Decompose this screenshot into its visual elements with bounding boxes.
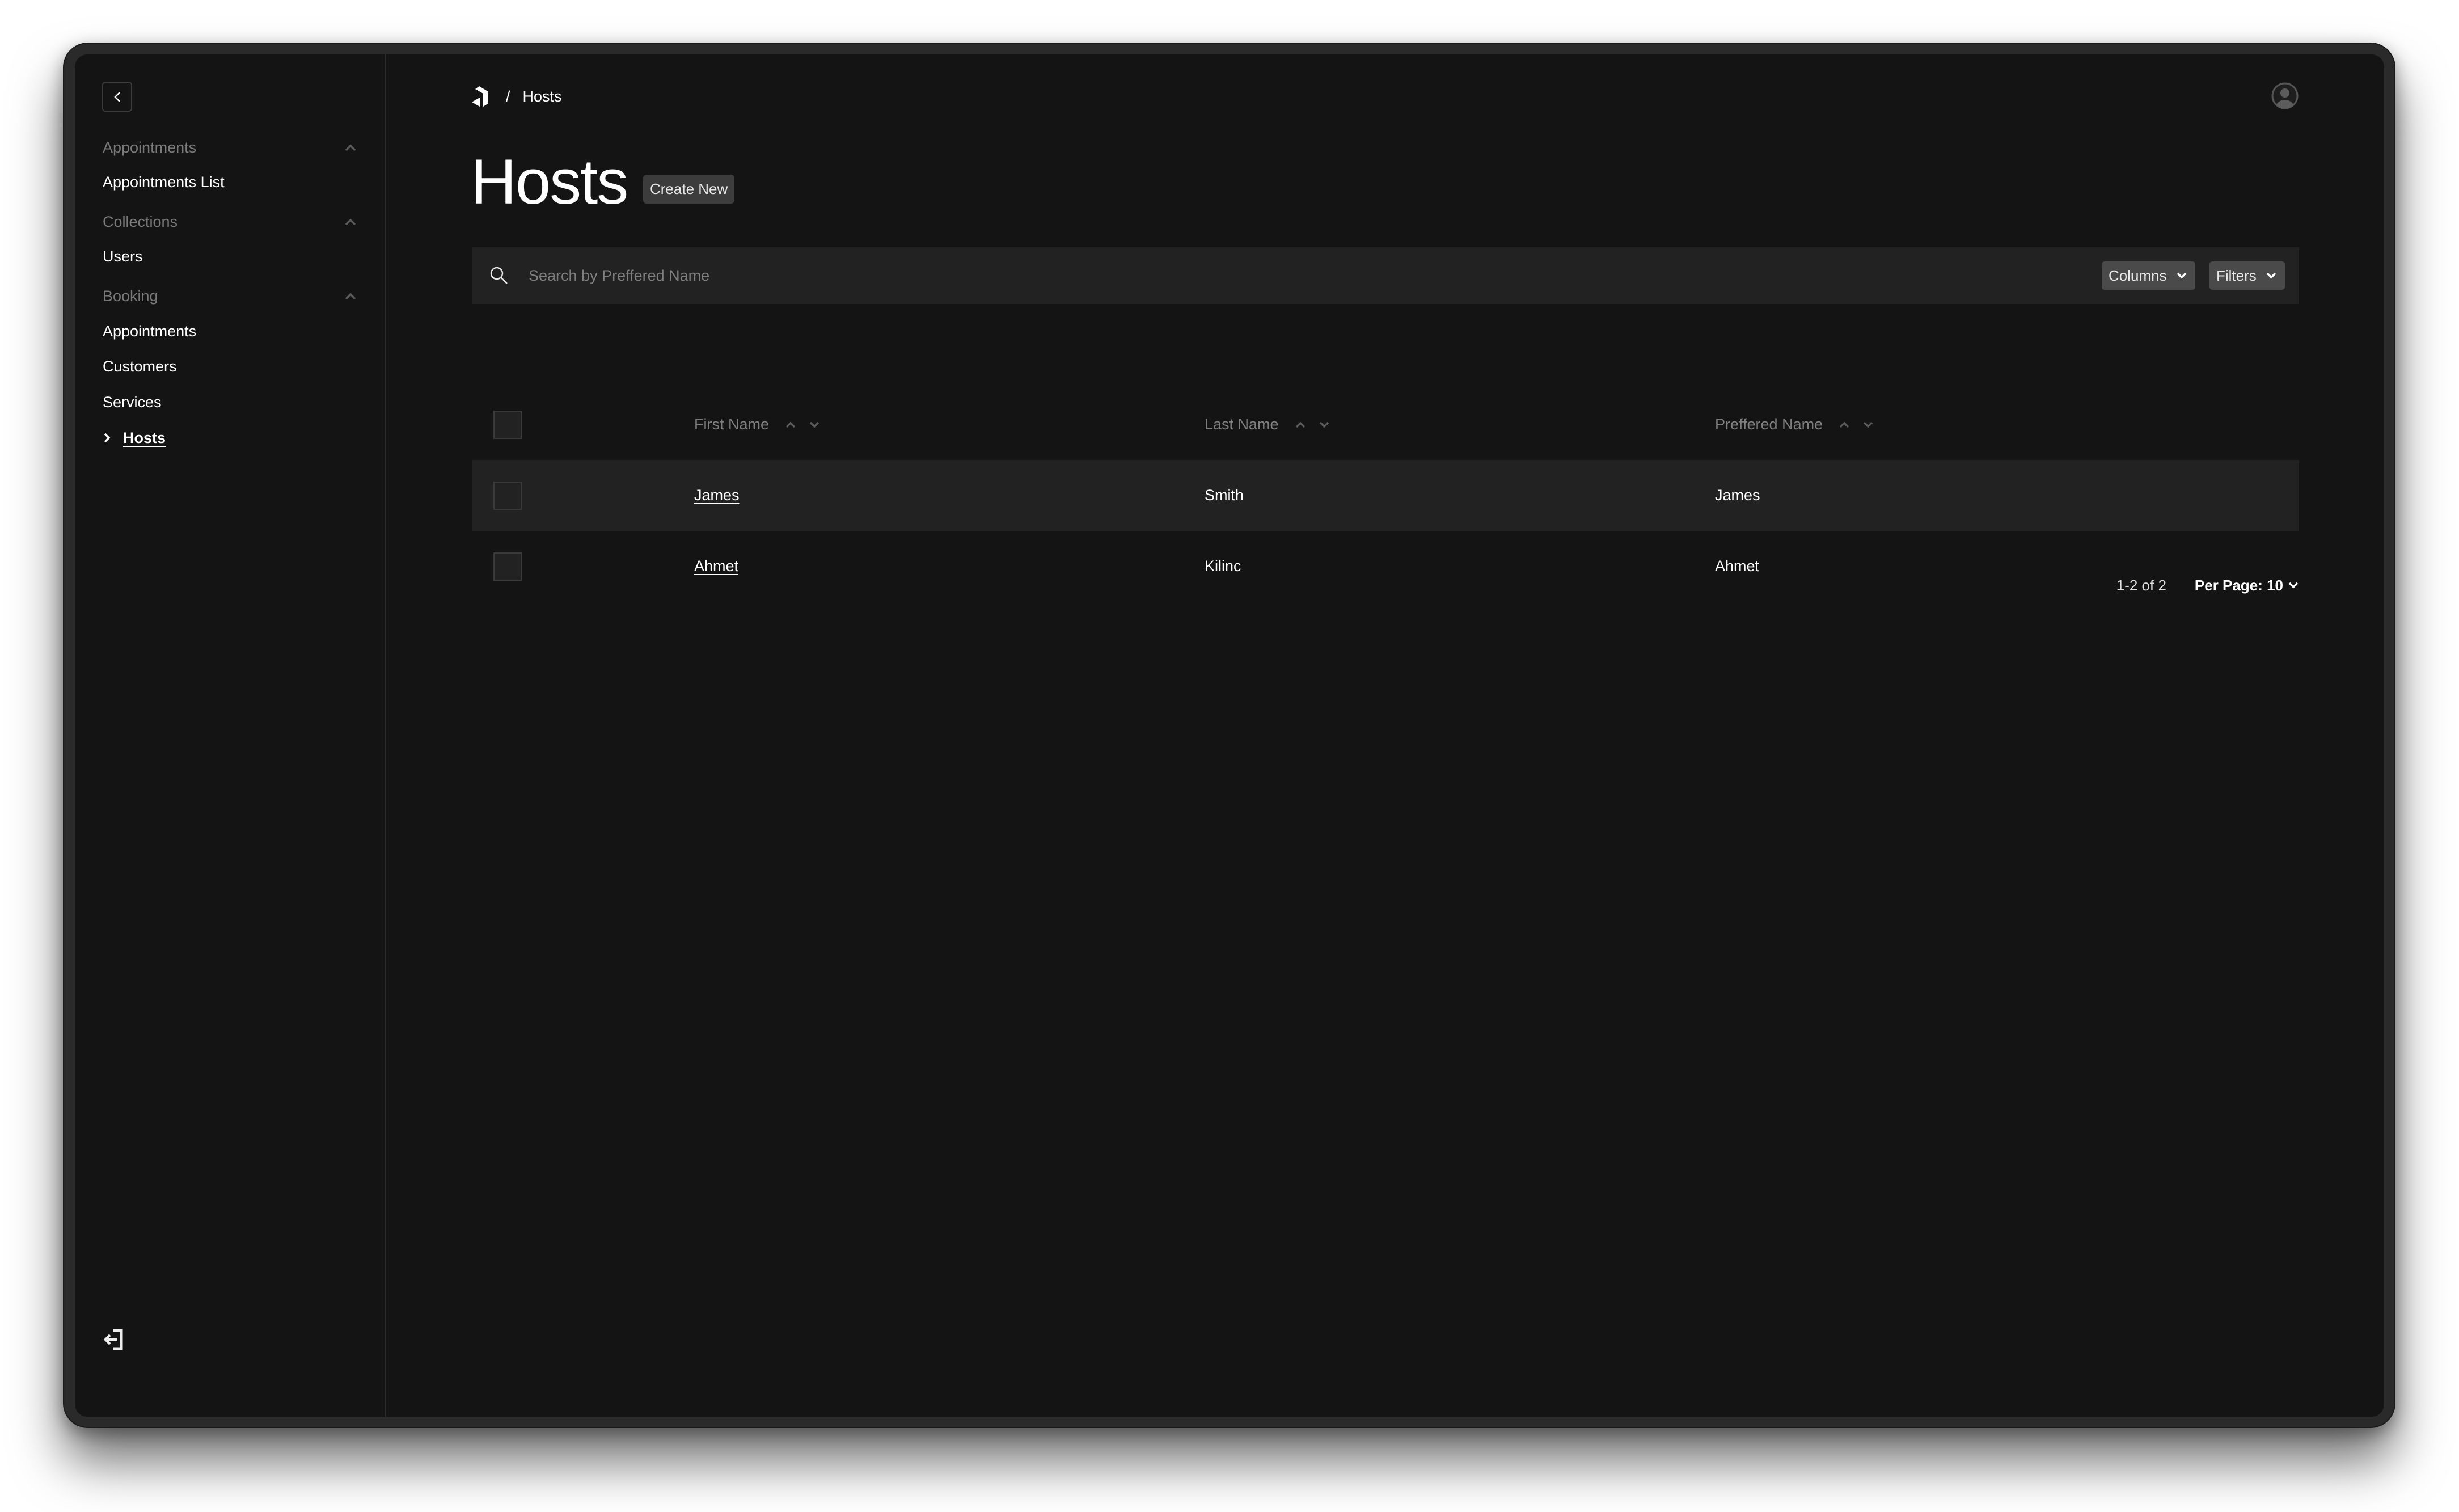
sidebar-item-label: Appointments List [103, 173, 225, 191]
table-header-row: First Name Last Name Preffered Name [472, 389, 2299, 460]
sidebar-item-services[interactable]: Services [103, 391, 357, 413]
columns-button[interactable]: Columns [2102, 261, 2195, 290]
sidebar-item-hosts[interactable]: Hosts [103, 426, 357, 449]
collapse-sidebar-button[interactable] [102, 82, 132, 112]
cell-preferred-name: Ahmet [1715, 558, 1760, 575]
columns-label: Columns [2109, 267, 2167, 284]
sidebar-item-label: Customers [103, 357, 177, 375]
column-header-first-name: First Name [694, 389, 820, 460]
pagination: 1-2 of 2 Per Page: 10 [2060, 574, 2299, 597]
chevron-left-icon [113, 91, 120, 102]
nav-group-booking: Booking Appointments Customers Services … [103, 285, 357, 449]
sidebar-item-label: Users [103, 247, 143, 265]
list-controls: Columns Filters [472, 247, 2299, 304]
filters-button[interactable]: Filters [2209, 261, 2285, 290]
nav-group-label: Collections [103, 213, 178, 230]
nav-group-label: Appointments [103, 138, 197, 156]
hosts-table: First Name Last Name Preffered Name Jame… [472, 389, 2299, 602]
cell-last-name: Kilinc [1205, 558, 1241, 575]
sidebar-item-appointments[interactable]: Appointments [103, 320, 357, 343]
row-checkbox[interactable] [493, 482, 522, 510]
sidebar-item-users[interactable]: Users [103, 245, 357, 268]
nav-group-collections: Collections Users [103, 210, 357, 268]
sidebar-item-label: Services [103, 393, 162, 411]
sort-controls [785, 421, 820, 429]
row-link[interactable]: James [694, 487, 740, 504]
user-avatar-icon [2271, 82, 2299, 109]
sort-descending-icon[interactable] [1319, 421, 1330, 429]
breadcrumb-current: Hosts [522, 87, 562, 105]
sort-ascending-icon[interactable] [1295, 421, 1306, 429]
payload-logo-icon[interactable] [472, 86, 489, 107]
per-page-select[interactable]: Per Page: 10 [2195, 577, 2299, 594]
sidebar: Appointments Appointments List Collectio… [75, 54, 386, 1417]
sort-descending-icon[interactable] [1862, 421, 1874, 429]
chevron-down-icon [2266, 272, 2276, 279]
chevron-up-icon [345, 218, 356, 226]
nav-group-appointments: Appointments Appointments List [103, 136, 357, 193]
column-header-last-name: Last Name [1205, 389, 1330, 460]
table-row: Ahmet Kilinc Ahmet [472, 531, 2299, 602]
filters-label: Filters [2216, 267, 2257, 284]
account-button[interactable] [2271, 82, 2299, 110]
logout-icon [103, 1329, 123, 1350]
nav-group-label: Booking [103, 287, 158, 305]
sidebar-item-appointments-list[interactable]: Appointments List [103, 171, 357, 193]
nav-group-toggle-collections[interactable]: Collections [103, 210, 357, 233]
sidebar-item-label: Hosts [123, 429, 166, 446]
breadcrumb: / Hosts [472, 85, 562, 108]
chevron-up-icon [345, 293, 356, 300]
sort-ascending-icon[interactable] [785, 421, 796, 429]
chevron-up-icon [345, 144, 356, 151]
nav-group-toggle-booking[interactable]: Booking [103, 285, 357, 307]
row-link[interactable]: Ahmet [694, 558, 738, 575]
sidebar-item-customers[interactable]: Customers [103, 355, 357, 378]
select-all-checkbox[interactable] [493, 411, 522, 439]
table-row: James Smith James [472, 460, 2299, 531]
sort-controls [1839, 421, 1874, 429]
per-page-label: Per Page: 10 [2194, 576, 2283, 594]
sort-ascending-icon[interactable] [1839, 421, 1850, 429]
sort-controls [1295, 421, 1330, 429]
row-checkbox[interactable] [493, 552, 522, 581]
app-window: Appointments Appointments List Collectio… [75, 54, 2384, 1417]
logout-button[interactable] [103, 1328, 126, 1351]
chevron-right-icon [103, 432, 123, 444]
cell-last-name: Smith [1205, 487, 1244, 504]
page-range: 1-2 of 2 [2116, 576, 2166, 594]
sort-descending-icon[interactable] [809, 421, 820, 429]
chevron-down-icon [2177, 272, 2186, 279]
column-label: Preffered Name [1715, 416, 1823, 433]
create-new-button[interactable]: Create New [643, 175, 735, 204]
search-input[interactable] [529, 261, 2060, 290]
sidebar-item-label: Appointments [103, 322, 197, 340]
search-icon [490, 267, 508, 284]
column-label: Last Name [1205, 416, 1279, 433]
chevron-down-icon [2288, 582, 2299, 589]
breadcrumb-separator: / [506, 87, 510, 105]
page-title: Hosts [471, 146, 628, 217]
cell-first-name: Ahmet [694, 531, 738, 602]
column-label: First Name [694, 416, 770, 433]
column-header-preferred-name: Preffered Name [1715, 389, 1874, 460]
nav-group-toggle-appointments[interactable]: Appointments [103, 136, 357, 159]
cell-first-name: James [694, 460, 740, 531]
cell-preferred-name: James [1715, 487, 1760, 504]
